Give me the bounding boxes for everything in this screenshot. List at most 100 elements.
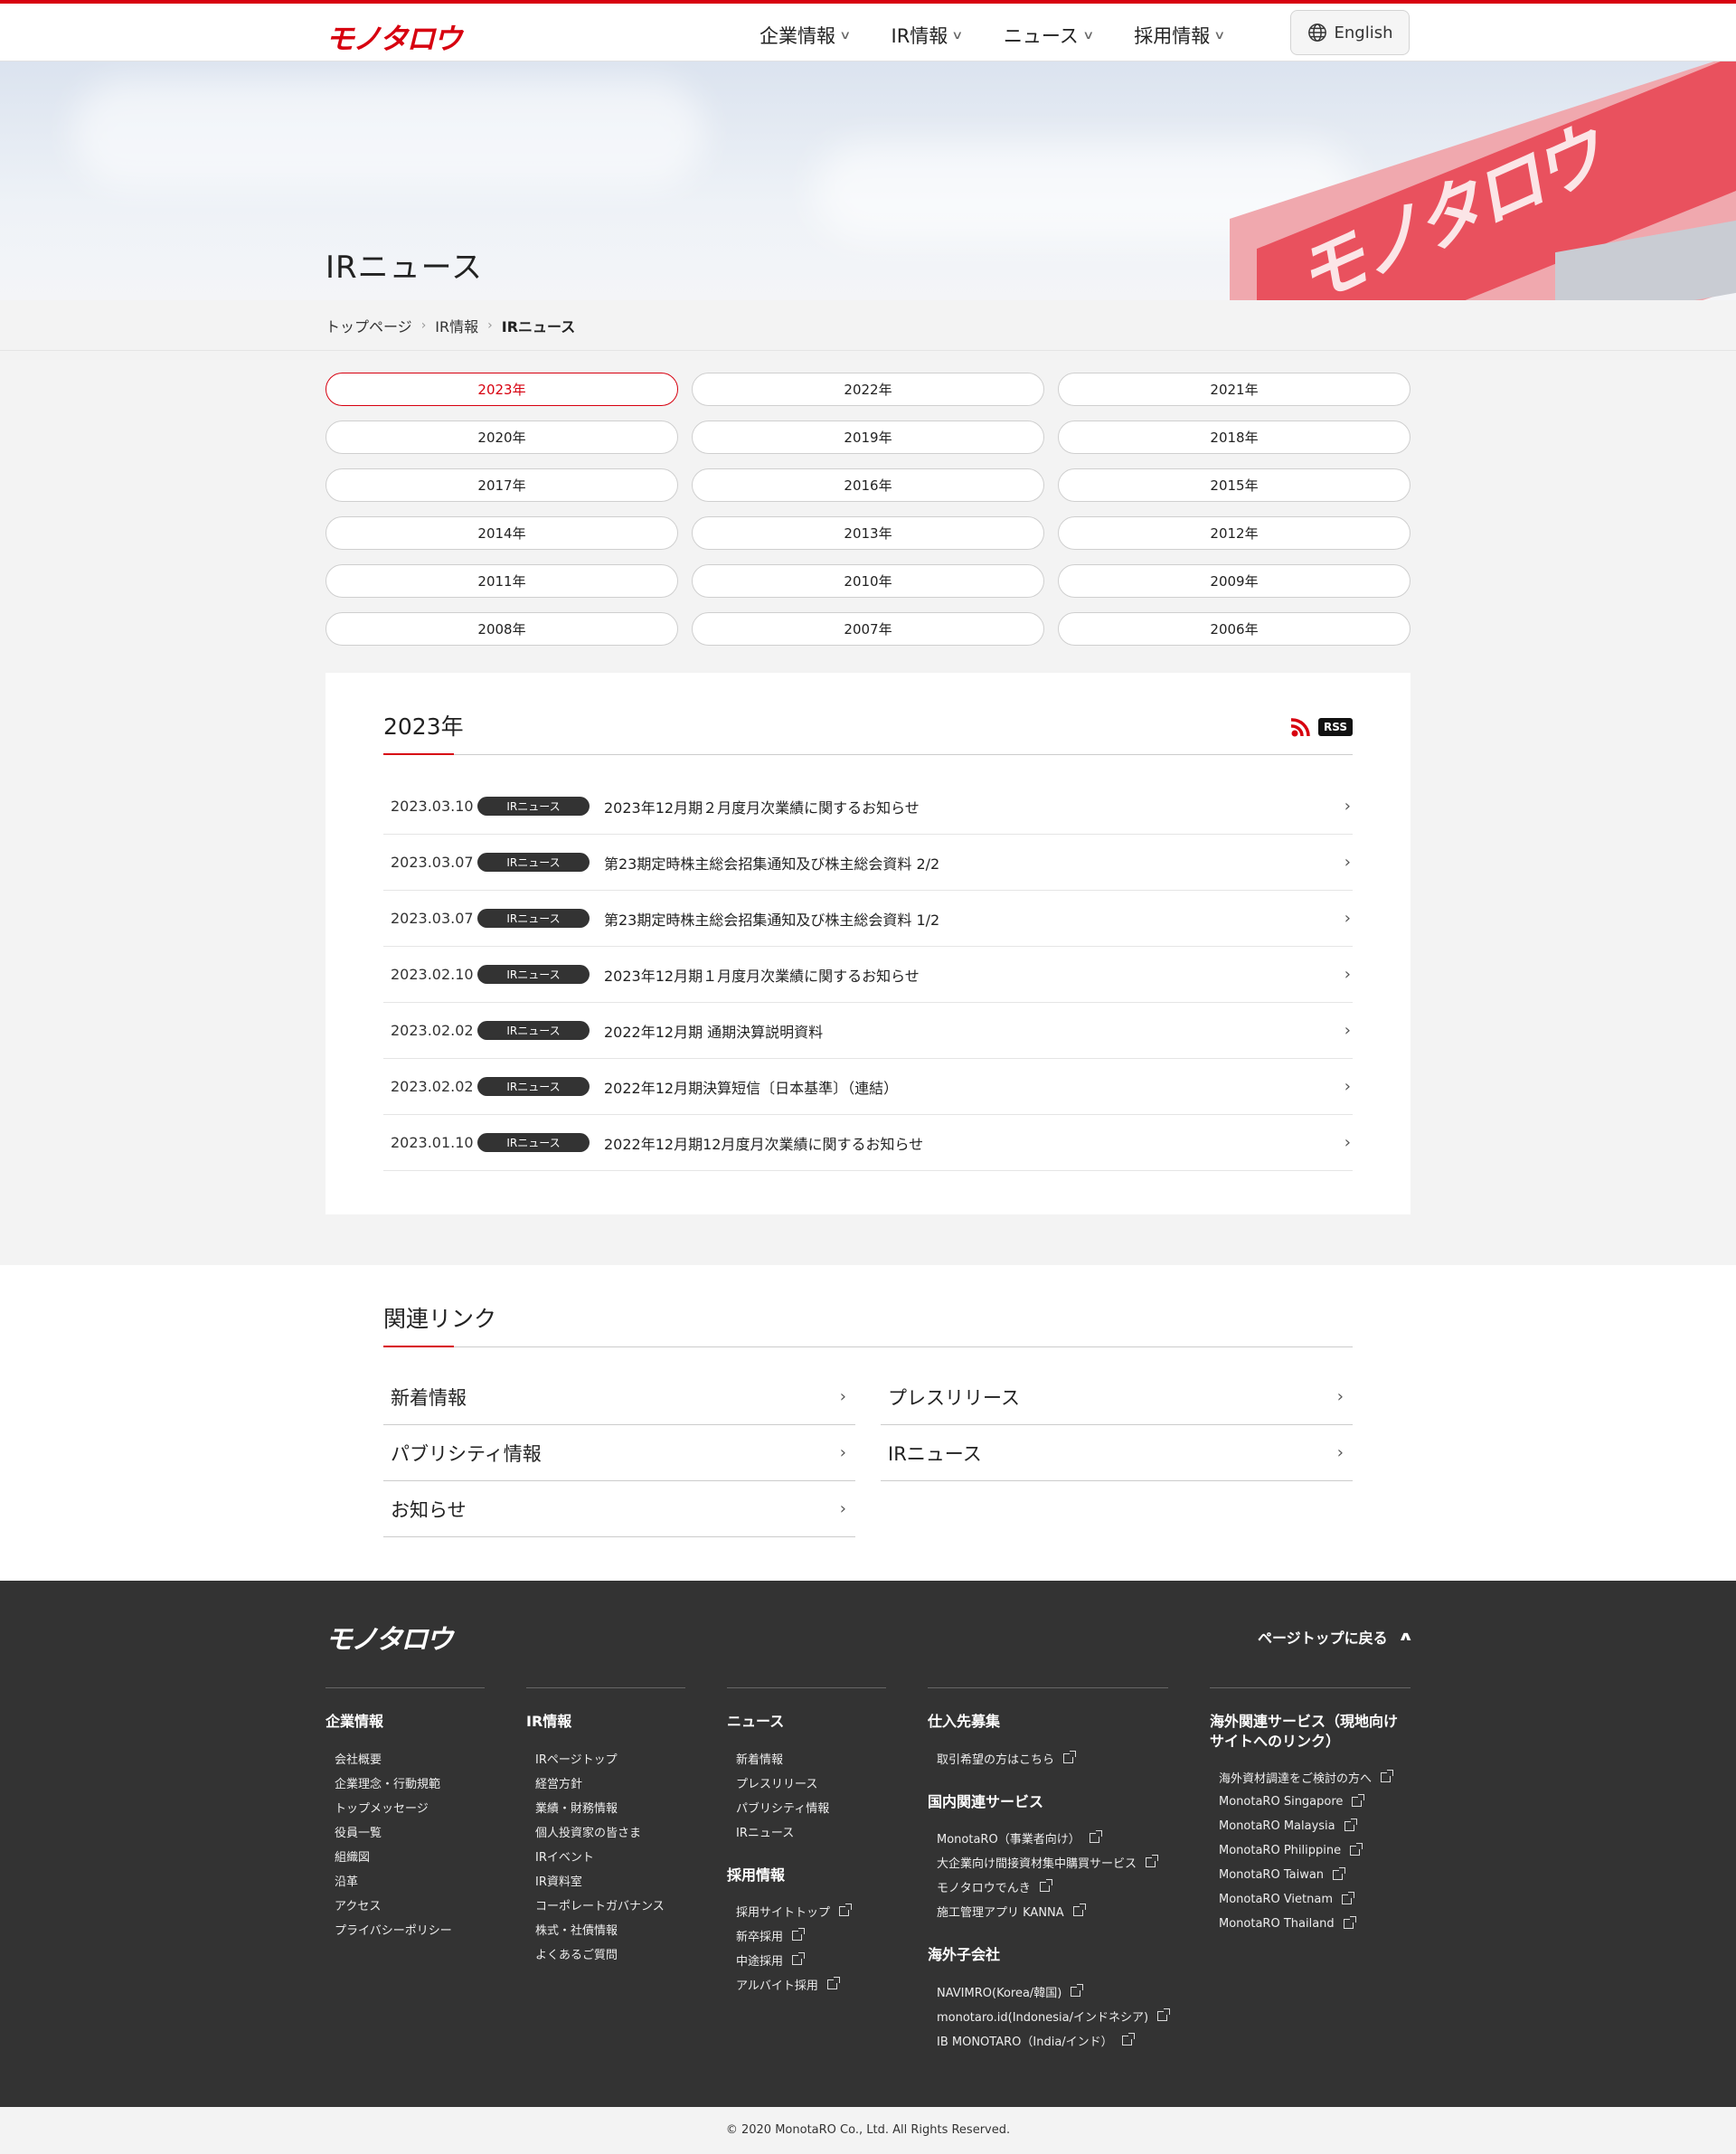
footer-link[interactable]: アルバイト採用 bbox=[727, 1972, 886, 1997]
year-button[interactable]: 2006年 bbox=[1058, 612, 1410, 646]
related-links: 関連リンク 新着情報 › プレスリリース › パブリシティ情報 › IRニュース › お知らせ › bbox=[0, 1265, 1736, 1581]
chevron-right-icon: › bbox=[839, 1387, 846, 1406]
year-button[interactable]: 2020年 bbox=[326, 420, 678, 454]
footer-link[interactable]: MonotaRO Thailand bbox=[1210, 1912, 1410, 1936]
footer-link[interactable]: よくあるご質問 bbox=[526, 1941, 685, 1966]
footer-link-label: IRニュース bbox=[736, 1826, 795, 1840]
footer-logo[interactable]: モノタロウ bbox=[326, 1617, 1410, 1657]
language-label: English bbox=[1334, 23, 1393, 43]
footer-link[interactable]: IR資料室 bbox=[526, 1868, 685, 1893]
chevron-right-icon: › bbox=[1344, 1077, 1351, 1096]
external-link-icon bbox=[1352, 1794, 1365, 1808]
footer-link-label: NAVIMRO(Korea/韓国) bbox=[937, 1986, 1062, 2000]
footer-link[interactable]: 取引希望の方はこちら bbox=[928, 1746, 1168, 1771]
external-link-icon bbox=[1039, 1879, 1052, 1893]
footer-link[interactable]: MonotaRO Malaysia bbox=[1210, 1814, 1410, 1838]
year-button[interactable]: 2014年 bbox=[326, 516, 678, 550]
external-link-icon bbox=[1343, 1916, 1356, 1930]
year-button[interactable]: 2021年 bbox=[1058, 373, 1410, 406]
footer-link[interactable]: monotaro.id(Indonesia/インドネシア) bbox=[928, 2004, 1171, 2028]
footer-link-label: MonotaRO（事業者向け） bbox=[937, 1833, 1080, 1847]
year-button[interactable]: 2019年 bbox=[692, 420, 1044, 454]
footer-link-label: 新卒採用 bbox=[736, 1931, 784, 1945]
footer-link[interactable]: 役員一覧 bbox=[326, 1819, 485, 1844]
year-button[interactable]: 2009年 bbox=[1058, 564, 1410, 598]
year-button[interactable]: 2023年 bbox=[326, 373, 678, 406]
footer-link[interactable]: IRページトップ bbox=[526, 1746, 685, 1771]
footer-link[interactable]: コーポレートガバナンス bbox=[526, 1893, 685, 1917]
nav-ir[interactable]: IR情報 ∨ bbox=[892, 22, 964, 49]
footer-link[interactable]: 海外資材調達をご検討の方へ bbox=[1210, 1765, 1410, 1790]
news-row[interactable]: 2023.01.10 IRニュース 2022年12月期12月度月次業績に関するお知ら… bbox=[383, 1115, 1353, 1171]
news-row[interactable]: 2023.03.07 IRニュース 第23期定時株主総会招集通知及び株主総会資料 1… bbox=[383, 891, 1353, 947]
news-row[interactable]: 2023.03.07 IRニュース 第23期定時株主総会招集通知及び株主総会資料 2… bbox=[383, 835, 1353, 891]
nav-news[interactable]: ニュース ∨ bbox=[1004, 22, 1094, 49]
year-button[interactable]: 2010年 bbox=[692, 564, 1044, 598]
related-link[interactable]: IRニュース › bbox=[881, 1425, 1353, 1481]
year-button[interactable]: 2015年 bbox=[1058, 468, 1410, 502]
news-date: 2023.03.07 bbox=[391, 854, 474, 871]
year-button[interactable]: 2013年 bbox=[692, 516, 1044, 550]
related-link[interactable]: プレスリリース › bbox=[881, 1369, 1353, 1425]
year-button[interactable]: 2007年 bbox=[692, 612, 1044, 646]
news-date: 2023.01.10 bbox=[391, 1134, 474, 1151]
breadcrumb-ir[interactable]: IR情報 bbox=[435, 315, 478, 336]
footer-link[interactable]: 組織図 bbox=[326, 1844, 485, 1868]
footer-link[interactable]: MonotaRO Philippine bbox=[1210, 1838, 1410, 1863]
footer-link[interactable]: パブリシティ情報 bbox=[727, 1795, 886, 1819]
related-link[interactable]: お知らせ › bbox=[383, 1481, 855, 1537]
year-button[interactable]: 2018年 bbox=[1058, 420, 1410, 454]
nav-company[interactable]: 企業情報 ∨ bbox=[760, 22, 851, 49]
related-link[interactable]: パブリシティ情報 › bbox=[383, 1425, 855, 1481]
news-row[interactable]: 2023.02.10 IRニュース 2023年12月期１月度月次業績に関するお知らせ… bbox=[383, 947, 1353, 1003]
news-date: 2023.03.10 bbox=[391, 798, 474, 815]
footer-link[interactable]: MonotaRO Vietnam bbox=[1210, 1887, 1410, 1912]
footer-link[interactable]: MonotaRO Singapore bbox=[1210, 1790, 1410, 1814]
footer-link[interactable]: 株式・社債情報 bbox=[526, 1917, 685, 1941]
footer-link[interactable]: MonotaRO Taiwan bbox=[1210, 1863, 1410, 1887]
footer-link[interactable]: 新着情報 bbox=[727, 1746, 886, 1771]
news-row[interactable]: 2023.03.10 IRニュース 2023年12月期２月度月次業績に関するお知らせ… bbox=[383, 779, 1353, 835]
footer-link[interactable]: 業績・財務情報 bbox=[526, 1795, 685, 1819]
footer-link[interactable]: 新卒採用 bbox=[727, 1923, 886, 1948]
footer-link[interactable]: プレスリリース bbox=[727, 1771, 886, 1795]
footer-link[interactable]: 沿革 bbox=[326, 1868, 485, 1893]
site-logo[interactable]: モノタロウ bbox=[326, 16, 462, 58]
nav-recruit[interactable]: 採用情報 ∨ bbox=[1134, 22, 1225, 49]
footer-link[interactable]: 大企業向け間接資材集中購買サービス bbox=[928, 1850, 1168, 1875]
footer-link[interactable]: 企業理念・行動規範 bbox=[326, 1771, 485, 1795]
year-button[interactable]: 2016年 bbox=[692, 468, 1044, 502]
footer-link[interactable]: プライバシーポリシー bbox=[326, 1917, 485, 1941]
footer-link[interactable]: モノタロウでんき bbox=[928, 1875, 1168, 1899]
footer-link[interactable]: IRニュース bbox=[727, 1819, 886, 1844]
year-button[interactable]: 2012年 bbox=[1058, 516, 1410, 550]
footer-link[interactable]: IRイベント bbox=[526, 1844, 685, 1868]
chevron-right-icon: › bbox=[1344, 909, 1351, 928]
breadcrumb-home[interactable]: トップページ bbox=[326, 315, 412, 336]
footer-link[interactable]: MonotaRO（事業者向け） bbox=[928, 1826, 1168, 1850]
rss-link[interactable]: RSS bbox=[1289, 716, 1353, 738]
footer-link[interactable]: トップメッセージ bbox=[326, 1795, 485, 1819]
footer-link[interactable]: 経営方針 bbox=[526, 1771, 685, 1795]
site-header: モノタロウ 企業情報 ∨ IR情報 ∨ ニュース ∨ 採用情報 ∨ English bbox=[0, 4, 1736, 61]
footer-link[interactable]: IB MONOTARO（India/インド） bbox=[928, 2028, 1168, 2053]
news-tag-badge: IRニュース bbox=[477, 1077, 590, 1096]
year-button[interactable]: 2022年 bbox=[692, 373, 1044, 406]
news-row[interactable]: 2023.02.02 IRニュース 2022年12月期 通期決算説明資料 › bbox=[383, 1003, 1353, 1059]
related-link[interactable]: 新着情報 › bbox=[383, 1369, 855, 1425]
footer-link[interactable]: 中途採用 bbox=[727, 1948, 886, 1972]
footer-link[interactable]: アクセス bbox=[326, 1893, 485, 1917]
footer-link[interactable]: 会社概要 bbox=[326, 1746, 485, 1771]
news-title: 2022年12月期決算短信〔日本基準〕（連結） bbox=[604, 1079, 899, 1097]
footer-link[interactable]: 施工管理アプリ KANNA bbox=[928, 1899, 1168, 1923]
year-button[interactable]: 2008年 bbox=[326, 612, 678, 646]
footer-link[interactable]: 採用サイトトップ bbox=[727, 1899, 886, 1923]
year-button[interactable]: 2011年 bbox=[326, 564, 678, 598]
footer-link[interactable]: 個人投資家の皆さま bbox=[526, 1819, 685, 1844]
year-button[interactable]: 2017年 bbox=[326, 468, 678, 502]
language-button[interactable]: English bbox=[1290, 10, 1410, 55]
news-row[interactable]: 2023.02.02 IRニュース 2022年12月期決算短信〔日本基準〕（連結） › bbox=[383, 1059, 1353, 1115]
footer-col-overseas: 海外関連サービス（現地向けサイトへのリンク） 海外資材調達をご検討の方へ Mono… bbox=[1210, 1687, 1410, 2053]
page-top-link[interactable]: ページトップに戻る ∧ bbox=[1258, 1626, 1413, 1648]
footer-link[interactable]: NAVIMRO(Korea/韓国) bbox=[928, 1979, 1168, 2004]
